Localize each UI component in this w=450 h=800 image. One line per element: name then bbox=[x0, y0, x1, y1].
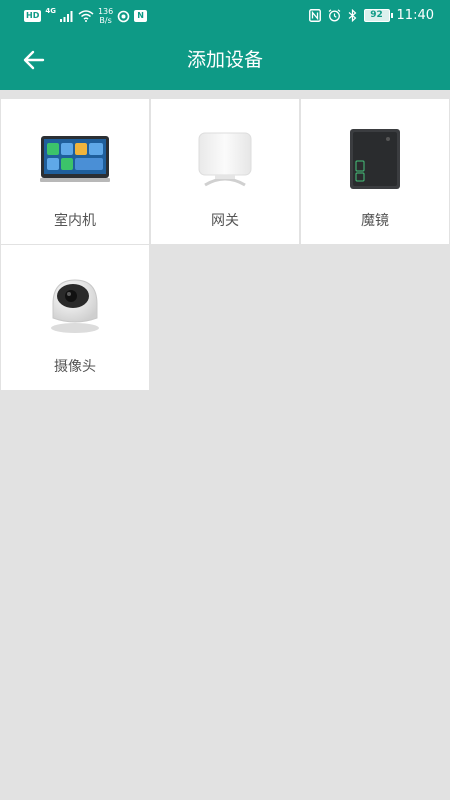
device-card-magic-mirror[interactable]: 魔镜 bbox=[301, 99, 449, 244]
status-bar: HD 4G 136 B/s N 92 11:40 bbox=[0, 0, 450, 30]
network-type: 4G bbox=[45, 7, 56, 15]
status-time: 11:40 bbox=[396, 7, 434, 23]
device-label: 网关 bbox=[211, 213, 239, 229]
camera-icon bbox=[51, 278, 99, 333]
alarm-icon bbox=[328, 8, 340, 21]
sync-icon bbox=[117, 10, 130, 22]
battery-indicator: 92 bbox=[363, 8, 393, 22]
device-label: 室内机 bbox=[54, 213, 96, 229]
back-button[interactable] bbox=[18, 44, 50, 76]
hd-badge: HD bbox=[24, 10, 42, 22]
gateway-icon bbox=[198, 132, 252, 186]
speed-unit: B/s bbox=[99, 16, 112, 25]
device-card-indoor-unit[interactable]: 室内机 bbox=[1, 99, 149, 244]
nfc-icon bbox=[308, 8, 321, 22]
status-left: HD 4G 136 B/s N bbox=[24, 7, 147, 25]
app-bar: 添加设备 bbox=[0, 30, 450, 90]
signal-icon bbox=[59, 10, 73, 22]
notification-badge: N bbox=[134, 10, 147, 22]
status-right: 92 11:40 bbox=[308, 5, 434, 25]
top-bar: HD 4G 136 B/s N 92 11:40 添加设备 bbox=[0, 0, 450, 90]
wifi-icon bbox=[78, 10, 94, 22]
device-card-camera[interactable]: 摄像头 bbox=[1, 245, 149, 390]
page-title: 添加设备 bbox=[186, 49, 263, 71]
network-speed: 136 B/s bbox=[98, 7, 113, 25]
arrow-left-icon bbox=[23, 50, 45, 70]
device-card-gateway[interactable]: 网关 bbox=[151, 99, 299, 244]
magic-mirror-icon bbox=[350, 128, 400, 189]
indoor-unit-icon bbox=[40, 135, 110, 182]
speed-value: 136 bbox=[97, 7, 114, 16]
device-label: 魔镜 bbox=[361, 213, 389, 229]
bluetooth-icon bbox=[348, 8, 356, 22]
device-label: 摄像头 bbox=[54, 359, 96, 375]
